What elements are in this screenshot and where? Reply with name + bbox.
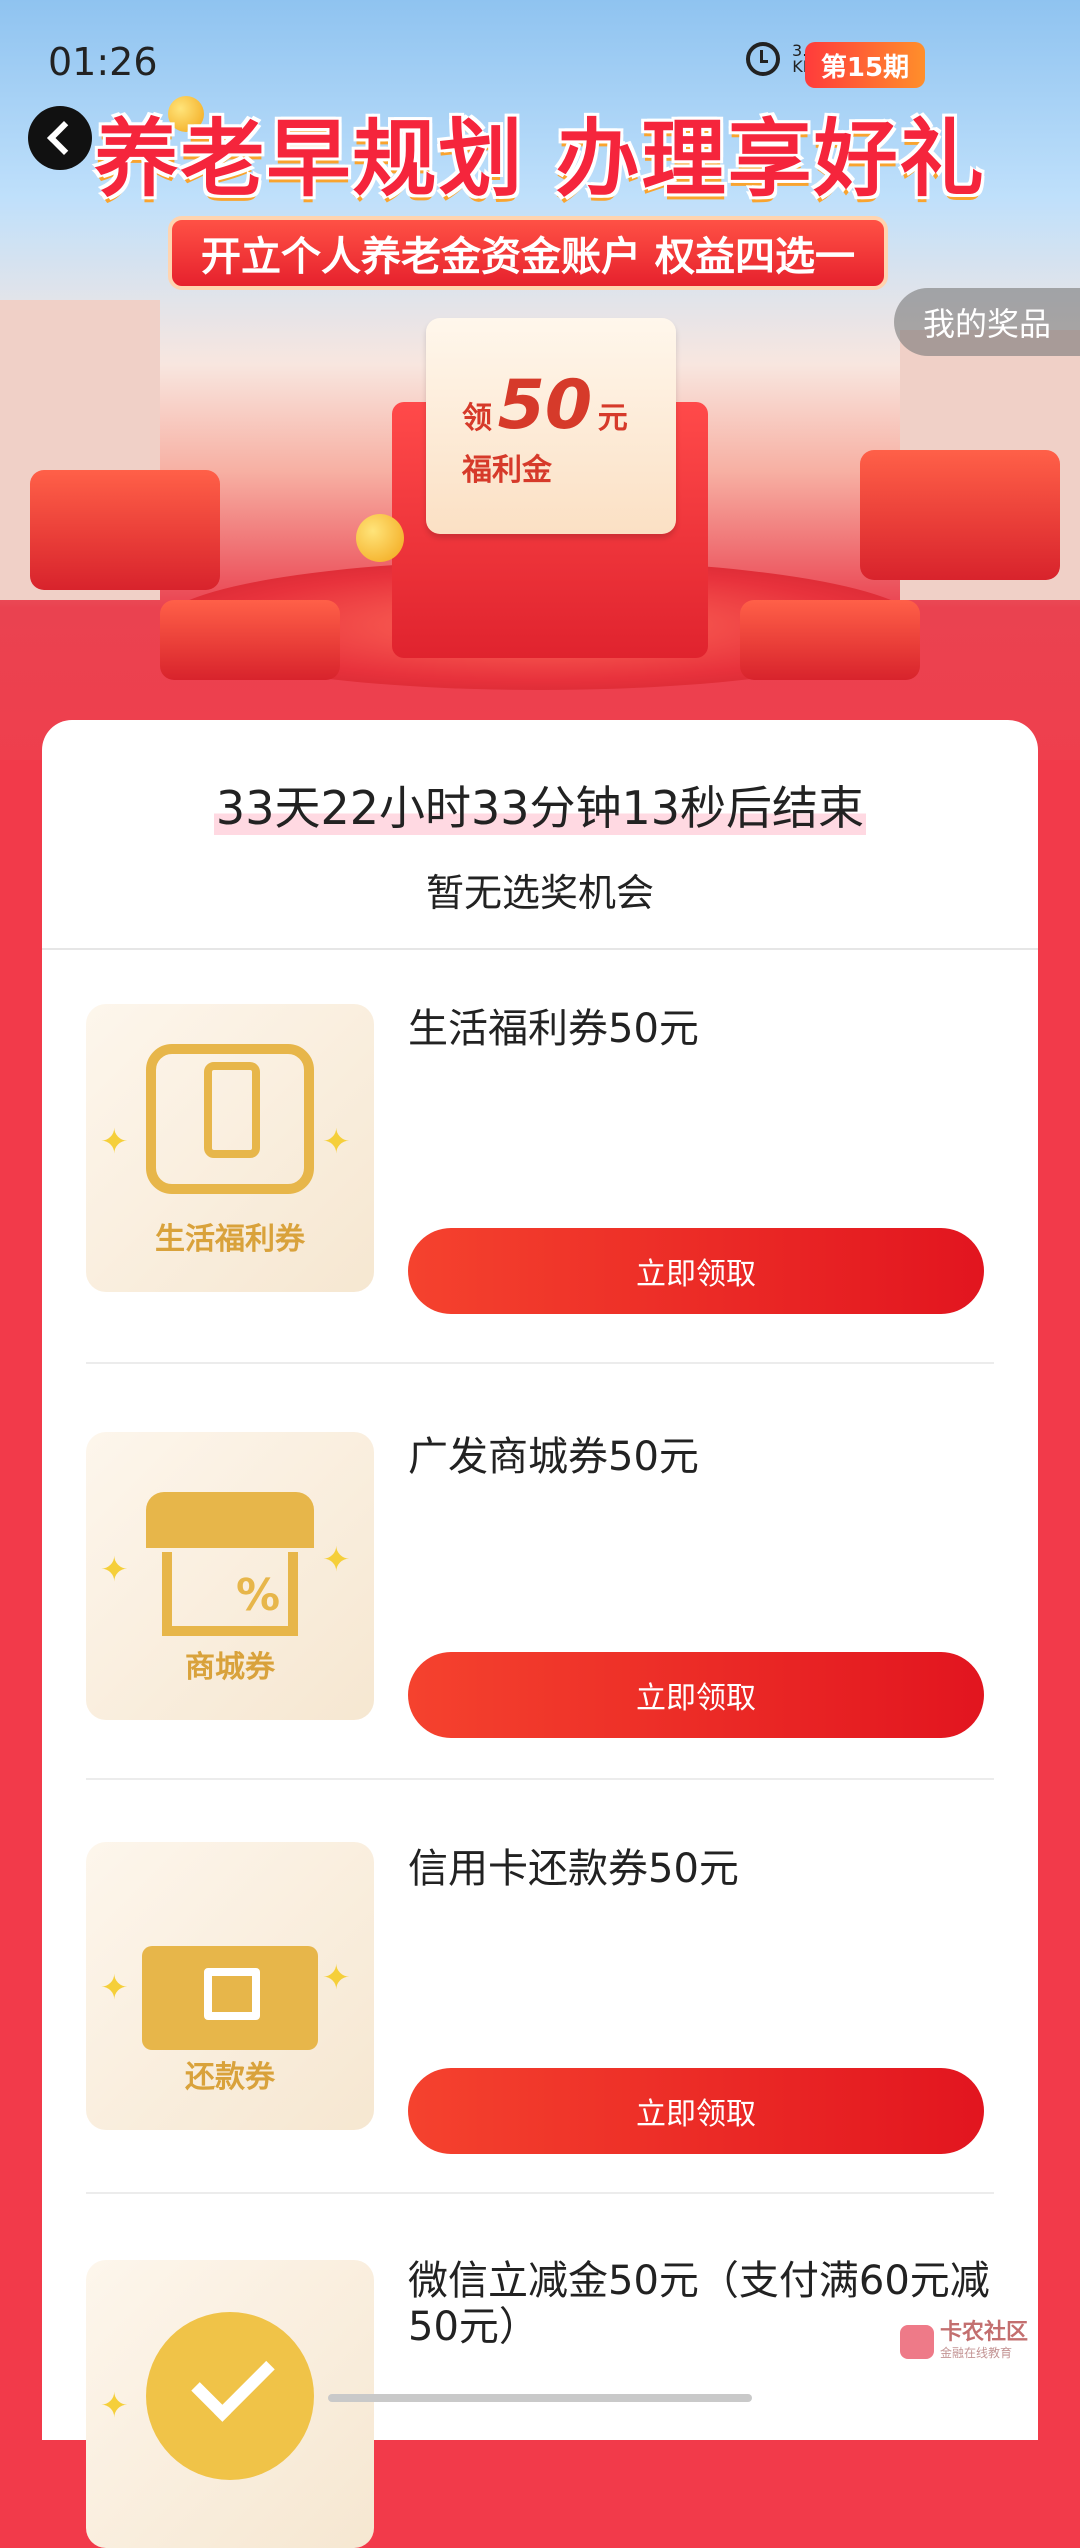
no-chance-text: 暂无选奖机会: [425, 871, 654, 915]
ticket-unit: 元: [597, 401, 628, 436]
reward-thumbnail: % ✦ ✦ 商城券: [86, 1432, 374, 1720]
alarm-icon: [746, 42, 781, 76]
red-gift-box: [740, 600, 920, 680]
home-indicator[interactable]: [328, 2394, 752, 2402]
sparkle-icon: ✦: [100, 1122, 129, 1162]
thumb-label: 还款券: [185, 2060, 275, 2095]
banner-subheadline: 开立个人养老金资金账户 权益四选一: [168, 216, 888, 290]
hero-banner: 领 50 元 福利金 01:26 3.90 KB/s HD 5G 第15期 养老…: [0, 0, 1080, 760]
watermark: 卡农社区 金融在线教育: [900, 2322, 1028, 2361]
countdown-text: 33天22小时33分钟13秒后结束: [213, 781, 867, 835]
welfare-ticket: 领 50 元 福利金: [426, 318, 676, 534]
red-gift-box: [160, 600, 340, 680]
reward-title: 生活福利券50元: [408, 1006, 699, 1052]
claim-button[interactable]: 立即领取: [408, 2068, 984, 2154]
ticket-caption: 福利金: [462, 453, 552, 488]
community-logo-icon: [900, 2324, 934, 2359]
reward-thumbnail: ✦: [86, 2260, 374, 2548]
phone-coupon-icon: [204, 1062, 260, 1158]
ticket-prefix: 领: [462, 401, 492, 436]
countdown-timer: 33天22小时33分钟13秒后结束: [42, 772, 1038, 838]
red-gift-box: [30, 470, 220, 590]
claim-button[interactable]: 立即领取: [408, 1228, 984, 1314]
banner-headline: 养老早规划 办理享好礼: [94, 110, 986, 208]
watermark-name: 卡农社区: [940, 2320, 1029, 2345]
repayment-coupon-icon: [142, 1946, 318, 2050]
sparkle-icon: ✦: [100, 1968, 129, 2008]
rewards-panel: 33天22小时33分钟13秒后结束 暂无选奖机会 ✦ ✦ 生活福利券 生活福利券…: [42, 720, 1038, 2548]
gold-coin-icon: [356, 514, 404, 562]
back-button[interactable]: [28, 106, 92, 170]
status-time: 01:26: [48, 40, 158, 84]
store-awning-icon: [146, 1492, 314, 1548]
reward-item-wechat-discount: ✦ 微信立减金50元（支付满60元减50元）: [86, 2194, 994, 2548]
thumb-label: 商城券: [185, 1650, 275, 1685]
reward-item-mall-coupon: % ✦ ✦ 商城券 广发商城券50元 立即领取: [86, 1364, 994, 1780]
red-gift-box: [860, 450, 1060, 580]
percent-icon: %: [236, 1570, 281, 1621]
my-prizes-button[interactable]: 我的奖品: [894, 288, 1080, 356]
claim-button[interactable]: 立即领取: [408, 1652, 984, 1738]
sparkle-icon: ✦: [100, 2386, 129, 2426]
sparkle-icon: ✦: [100, 1550, 129, 1590]
reward-item-life-coupon: ✦ ✦ 生活福利券 生活福利券50元 立即领取: [86, 950, 994, 1364]
reward-title: 信用卡还款券50元: [408, 1846, 739, 1892]
thumb-label: 生活福利券: [155, 1222, 305, 1257]
sparkle-icon: ✦: [322, 1958, 351, 1998]
reward-item-repayment-coupon: ✦ ✦ 还款券 信用卡还款券50元 立即领取: [86, 1780, 994, 2194]
ticket-amount: 50: [497, 366, 593, 445]
sparkle-icon: ✦: [322, 1122, 351, 1162]
issue-badge: 第15期: [805, 42, 925, 88]
reward-title: 广发商城券50元: [408, 1434, 699, 1480]
sparkle-icon: ✦: [322, 1540, 351, 1580]
reward-thumbnail: ✦ ✦ 还款券: [86, 1842, 374, 2130]
watermark-sub: 金融在线教育: [940, 2346, 1013, 2360]
reward-thumbnail: ✦ ✦ 生活福利券: [86, 1004, 374, 1292]
wechat-check-icon: [146, 2312, 314, 2480]
